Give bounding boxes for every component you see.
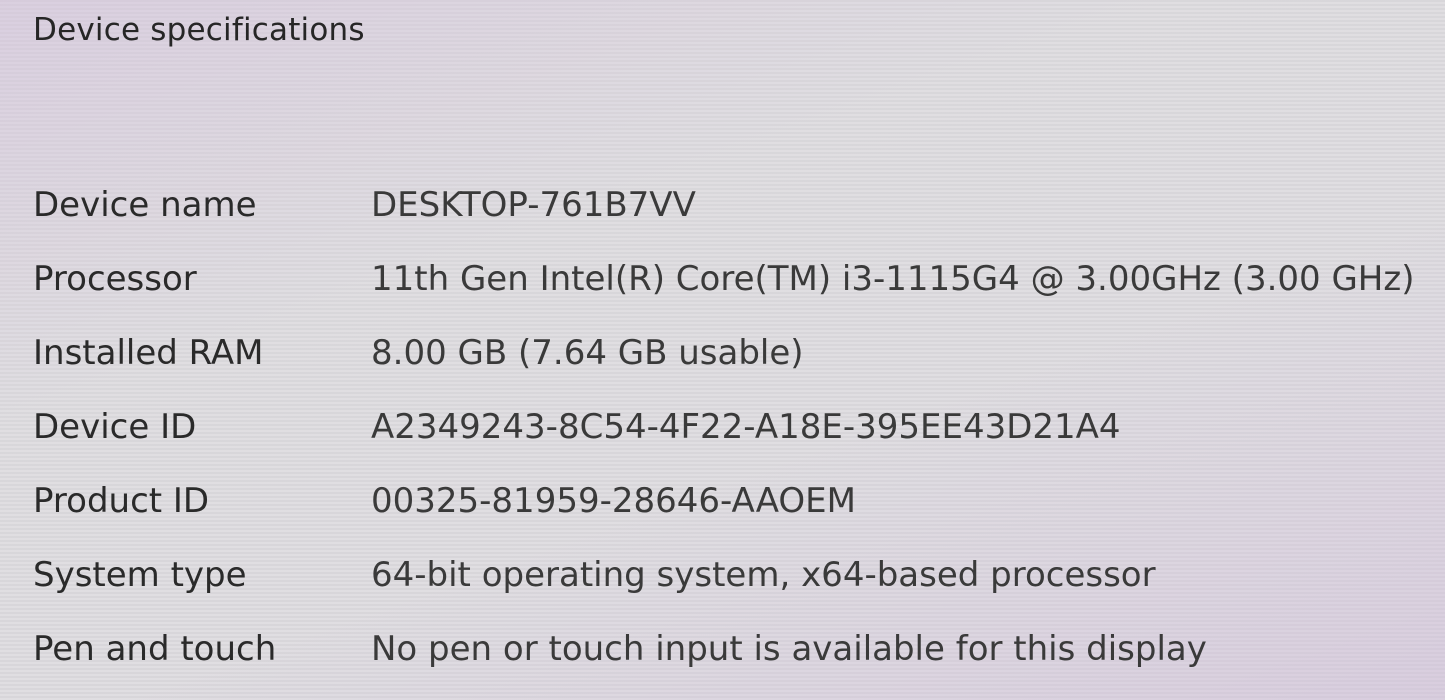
device-specifications-list: Device name DESKTOP-761B7VV Processor 11… xyxy=(33,168,1433,686)
spec-label: System type xyxy=(33,555,247,595)
spec-label: Installed RAM xyxy=(33,333,264,373)
spec-row-device-id[interactable]: Device ID A2349243-8C54-4F22-A18E-395EE4… xyxy=(33,390,1433,464)
spec-value[interactable]: 64-bit operating system, x64-based proce… xyxy=(371,555,1156,595)
spec-value[interactable]: 00325-81959-28646-AAOEM xyxy=(371,481,856,521)
spec-value[interactable]: 11th Gen Intel(R) Core(TM) i3-1115G4 @ 3… xyxy=(371,259,1414,299)
spec-row-installed-ram[interactable]: Installed RAM 8.00 GB (7.64 GB usable) xyxy=(33,316,1433,390)
spec-label: Pen and touch xyxy=(33,629,277,669)
spec-value[interactable]: No pen or touch input is available for t… xyxy=(371,629,1207,669)
spec-row-pen-and-touch[interactable]: Pen and touch No pen or touch input is a… xyxy=(33,612,1433,686)
spec-label: Processor xyxy=(33,259,197,299)
spec-label: Device ID xyxy=(33,407,197,447)
settings-screen: Device specifications Device name DESKTO… xyxy=(0,0,1445,700)
spec-value[interactable]: DESKTOP-761B7VV xyxy=(371,185,696,225)
spec-label: Device name xyxy=(33,185,257,225)
section-title: Device specifications xyxy=(33,12,365,48)
spec-value[interactable]: 8.00 GB (7.64 GB usable) xyxy=(371,333,804,373)
spec-row-device-name[interactable]: Device name DESKTOP-761B7VV xyxy=(33,168,1433,242)
spec-value[interactable]: A2349243-8C54-4F22-A18E-395EE43D21A4 xyxy=(371,407,1121,447)
spec-row-processor[interactable]: Processor 11th Gen Intel(R) Core(TM) i3-… xyxy=(33,242,1433,316)
spec-label: Product ID xyxy=(33,481,210,521)
spec-row-product-id[interactable]: Product ID 00325-81959-28646-AAOEM xyxy=(33,464,1433,538)
spec-row-system-type[interactable]: System type 64-bit operating system, x64… xyxy=(33,538,1433,612)
